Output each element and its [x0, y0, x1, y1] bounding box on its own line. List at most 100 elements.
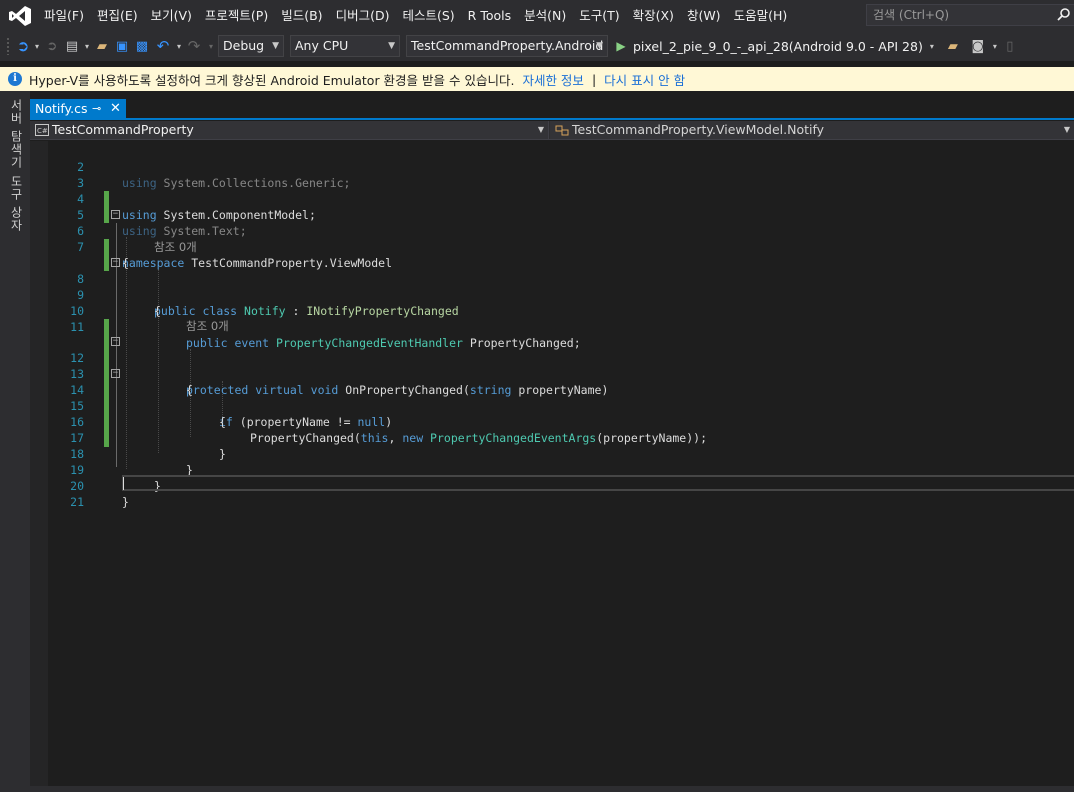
code-line-14: 14 − if (propertyName != null): [30, 366, 1074, 430]
toolbar-overflow-icon[interactable]: ▾: [991, 35, 999, 57]
code-line-6: 6 − namespace TestCommandProperty.ViewMo…: [30, 207, 1074, 271]
screenshot-icon[interactable]: ◙: [965, 35, 991, 57]
bottom-status-bar: [30, 786, 1074, 792]
code-line-3: 3 using System.ComponentModel;: [30, 159, 1074, 222]
undo-icon[interactable]: ↶: [152, 35, 174, 57]
collapse-icon[interactable]: −: [111, 369, 120, 378]
code-line-15: 15 {: [30, 382, 1074, 429]
standard-toolbar: ➲ ▾ ➲ ▤ ▾ ▰ ▣ ▩ ↶ ▾ ↷ ▾ Debug ▼ Any CPU …: [0, 31, 1074, 61]
menu-project[interactable]: 프로젝트(P): [198, 0, 274, 31]
pin-icon[interactable]: ⊸: [92, 99, 101, 118]
navigation-bar: C# TestCommandProperty ▼ TestCommandProp…: [30, 121, 1074, 140]
code-line-16: 16 PropertyChanged(this, new PropertyCha…: [30, 398, 1074, 445]
chevron-down-icon: ▼: [388, 41, 395, 51]
search-icon: [1057, 8, 1070, 21]
line-number: 21: [70, 495, 84, 509]
server-explorer-tab[interactable]: 서버 탐색기: [8, 99, 25, 169]
platform-value: Any CPU: [295, 38, 349, 53]
code-line-17: 17 }: [30, 414, 1074, 461]
codelens-references[interactable]: 참조 0개: [186, 318, 229, 334]
class-icon: [555, 125, 569, 136]
info-message: Hyper-V를 사용하도록 설정하여 크게 향상된 Android Emula…: [29, 72, 515, 88]
undo-dropdown-icon[interactable]: ▾: [174, 35, 184, 57]
member-name: TestCommandProperty.ViewModel.Notify: [572, 122, 825, 137]
comment-icon[interactable]: ▯: [999, 35, 1021, 57]
startup-project-select[interactable]: TestCommandProperty.Android ▼: [406, 35, 608, 57]
redo-dropdown-icon[interactable]: ▾: [204, 35, 218, 57]
search-placeholder: 검색 (Ctrl+Q): [873, 8, 950, 22]
code-line-5: 5: [30, 191, 1074, 222]
save-icon[interactable]: ▣: [112, 35, 132, 57]
menu-debug[interactable]: 디버그(D): [329, 0, 396, 31]
back-dropdown-icon[interactable]: ▾: [32, 35, 42, 57]
open-folder-icon[interactable]: ▰: [92, 35, 112, 57]
info-separator: |: [591, 71, 597, 87]
code-line-8: 8 − public class Notify : INotifyPropert…: [30, 255, 1074, 319]
chevron-down-icon: ▼: [1063, 125, 1070, 134]
current-line-highlight: [122, 475, 1074, 491]
menu-build[interactable]: 빌드(B): [274, 0, 328, 31]
redo-icon[interactable]: ↷: [184, 35, 204, 57]
code-line-11: 11: [30, 303, 1074, 351]
visual-studio-logo-icon[interactable]: [9, 5, 31, 26]
codelens-references[interactable]: 참조 0개: [154, 239, 197, 255]
save-all-icon[interactable]: ▩: [132, 35, 152, 57]
code-line-13: 13 {: [30, 350, 1074, 397]
tab-title: Notify.cs: [35, 101, 88, 116]
run-icon[interactable]: ▶: [614, 35, 628, 57]
search-input[interactable]: 검색 (Ctrl+Q): [866, 4, 1074, 26]
new-dropdown-icon[interactable]: ▾: [82, 35, 92, 57]
member-dropdown[interactable]: TestCommandProperty.ViewModel.Notify ▼: [550, 121, 1074, 139]
menu-edit[interactable]: 편집(E): [90, 0, 144, 31]
startup-project-value: TestCommandProperty.Android: [411, 38, 604, 53]
run-target-button[interactable]: pixel_2_pie_9_0_-_api_28(Android 9.0 - A…: [633, 39, 923, 54]
code-line-4: 4 using System.Text;: [30, 175, 1074, 238]
code-line-7: 7 {: [30, 223, 1074, 270]
menu-test[interactable]: 테스트(S): [395, 0, 460, 31]
toolbar-grip[interactable]: [6, 37, 10, 55]
collapse-icon[interactable]: −: [111, 337, 120, 346]
text-caret: [123, 477, 124, 490]
line-number: 7: [77, 240, 84, 254]
configuration-select[interactable]: Debug ▼: [218, 35, 284, 57]
menu-view[interactable]: 보기(V): [144, 0, 198, 31]
more-info-link[interactable]: 자세한 정보: [522, 70, 583, 89]
info-icon: i: [8, 72, 22, 86]
platform-select[interactable]: Any CPU ▼: [290, 35, 400, 57]
svg-text:C#: C#: [37, 127, 48, 135]
navigate-forward-icon[interactable]: ➲: [42, 35, 62, 57]
run-dropdown-icon[interactable]: ▾: [923, 35, 941, 57]
collapse-icon[interactable]: −: [111, 258, 120, 267]
project-dropdown[interactable]: C# TestCommandProperty ▼: [30, 121, 549, 139]
menu-file[interactable]: 파일(F): [37, 0, 90, 31]
csharp-project-icon: C#: [35, 124, 49, 136]
tab-notify-cs[interactable]: Notify.cs ⊸ ✕: [30, 99, 126, 118]
code-text: }: [122, 495, 129, 509]
code-line-9: 9 {: [30, 271, 1074, 318]
document-tab-strip: Notify.cs ⊸ ✕: [30, 99, 1074, 120]
new-project-icon[interactable]: ▤: [62, 35, 82, 57]
menu-r-tools[interactable]: R Tools: [461, 0, 517, 31]
configuration-value: Debug: [223, 38, 265, 53]
dont-show-again-link[interactable]: 다시 표시 안 함: [604, 70, 685, 89]
menu-extensions[interactable]: 확장(X): [626, 0, 680, 31]
menu-analyze[interactable]: 분석(N): [517, 0, 572, 31]
code-line-2: 2 using System.Collections.Generic;: [30, 143, 1074, 190]
code-line-10: 10 public event PropertyChangedEventHand…: [30, 287, 1074, 350]
chevron-down-icon: ▼: [272, 41, 279, 51]
navigate-back-icon[interactable]: ➲: [14, 35, 32, 57]
menu-window[interactable]: 창(W): [680, 0, 727, 31]
device-manager-icon[interactable]: ▰: [941, 35, 965, 57]
toolbox-tab[interactable]: 도구 상자: [8, 175, 25, 232]
code-line-12: 12 − protected virtual void OnPropertyCh…: [30, 334, 1074, 398]
code-line-18: 18 }: [30, 430, 1074, 477]
menu-tools[interactable]: 도구(T): [572, 0, 625, 31]
left-tool-strip: 서버 탐색기 도구 상자: [0, 91, 30, 792]
code-editor[interactable]: 2 using System.Collections.Generic; 3 us…: [30, 141, 1074, 792]
menu-help[interactable]: 도움말(H): [727, 0, 794, 31]
menu-bar: 파일(F) 편집(E) 보기(V) 프로젝트(P) 빌드(B) 디버그(D) 테…: [0, 0, 1074, 31]
code-line-19: 19 }: [30, 446, 1074, 493]
chevron-down-icon: ▼: [537, 125, 544, 134]
close-icon[interactable]: ✕: [110, 99, 121, 118]
collapse-icon[interactable]: −: [111, 210, 120, 219]
